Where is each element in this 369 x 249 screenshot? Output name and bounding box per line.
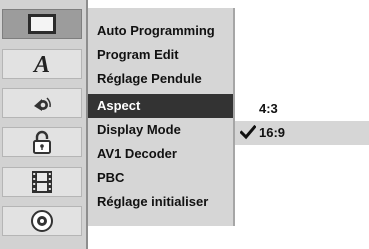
menu-item-aspect[interactable]: Aspect (88, 94, 233, 118)
menu-item-reglage-pendule[interactable]: Réglage Pendule (88, 67, 233, 91)
option-16-9[interactable]: 16:9 (235, 121, 369, 145)
checkmark-icon (239, 124, 257, 148)
film-strip-icon (31, 170, 53, 194)
menu-item-display-mode[interactable]: Display Mode (88, 118, 233, 142)
menu-item-auto-programming[interactable]: Auto Programming (88, 19, 233, 43)
tv-settings-tab[interactable] (2, 9, 82, 39)
menu-item-av1-decoder[interactable]: AV1 Decoder (88, 142, 233, 166)
option-label: 4:3 (259, 101, 278, 116)
svg-text:A: A (32, 52, 50, 76)
tv-screen-icon (27, 13, 57, 35)
language-settings-tab[interactable]: A (2, 49, 82, 79)
recording-settings-tab[interactable] (2, 167, 82, 197)
option-4-3[interactable]: 4:3 (235, 97, 369, 121)
audio-speaker-icon (30, 93, 54, 113)
lock-settings-tab[interactable] (2, 127, 82, 157)
audio-settings-tab[interactable] (2, 88, 82, 118)
category-sidebar: A (0, 0, 88, 249)
option-label: 16:9 (259, 125, 286, 140)
disc-settings-tab[interactable] (2, 206, 82, 236)
menu-item-pbc[interactable]: PBC (88, 166, 233, 190)
disc-icon (30, 209, 54, 233)
menu-item-reglage-initialiser[interactable]: Réglage initialiser (88, 190, 233, 214)
setup-menu: Auto Programming Program Edit Réglage Pe… (88, 8, 233, 226)
menu-item-program-edit[interactable]: Program Edit (88, 43, 233, 67)
language-letter-a-icon: A (29, 52, 55, 76)
aspect-options: 4:3 16:9 (235, 0, 369, 249)
padlock-icon (31, 130, 53, 154)
